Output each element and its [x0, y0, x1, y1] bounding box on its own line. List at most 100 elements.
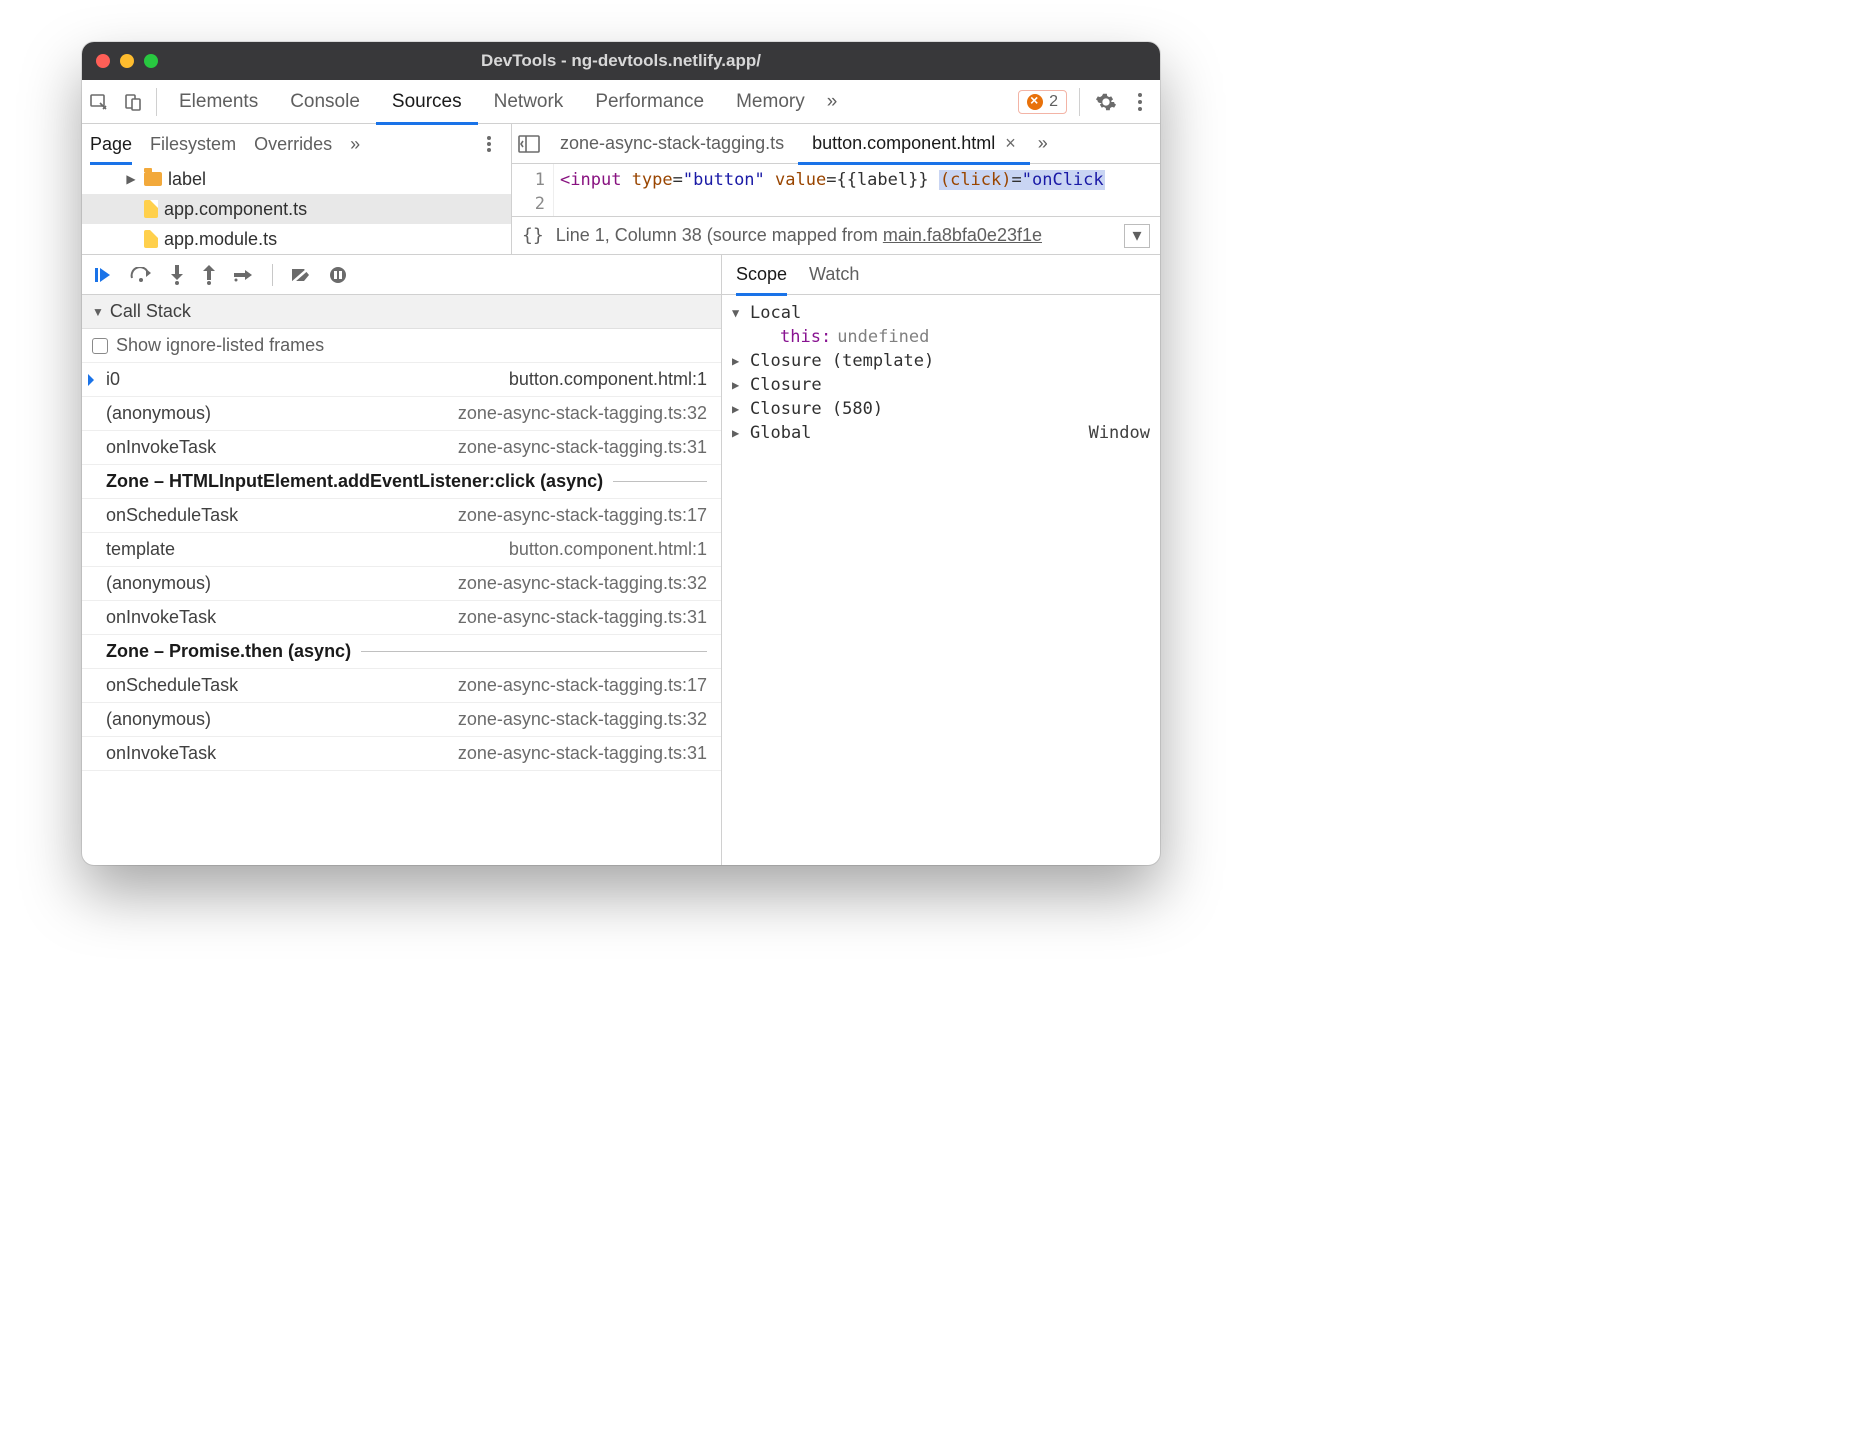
tab-elements[interactable]: Elements: [163, 80, 274, 124]
file-icon: [144, 200, 158, 218]
tab-overflow[interactable]: »: [821, 80, 844, 124]
subtab-page[interactable]: Page: [90, 124, 132, 164]
stack-frame[interactable]: onScheduleTaskzone-async-stack-tagging.t…: [82, 669, 721, 703]
deactivate-breakpoints-icon[interactable]: [291, 267, 311, 283]
frame-location: button.component.html:1: [509, 539, 707, 560]
window-title: DevTools - ng-devtools.netlify.app/: [82, 51, 1160, 71]
error-icon: [1027, 94, 1043, 110]
expand-icon[interactable]: ▶: [732, 354, 744, 368]
stack-frame[interactable]: onScheduleTaskzone-async-stack-tagging.t…: [82, 499, 721, 533]
subtab-filesystem[interactable]: Filesystem: [150, 124, 236, 164]
traffic-lights: [96, 54, 158, 68]
checkbox-icon[interactable]: [92, 338, 108, 354]
tab-network[interactable]: Network: [478, 80, 580, 124]
minimize-window-button[interactable]: [120, 54, 134, 68]
frame-name: onScheduleTask: [106, 505, 238, 526]
more-menu-icon[interactable]: [1126, 92, 1154, 112]
stack-frame[interactable]: onInvokeTaskzone-async-stack-tagging.ts:…: [82, 737, 721, 771]
device-toggle-icon[interactable]: [116, 80, 150, 124]
frame-name: onInvokeTask: [106, 437, 216, 458]
subtab-overflow[interactable]: »: [350, 124, 360, 164]
tree-file-app-component-ts[interactable]: app.component.ts: [82, 194, 511, 224]
scope-row[interactable]: ▶Closure: [722, 373, 1160, 397]
file-icon: [144, 230, 158, 248]
step-out-icon[interactable]: [202, 265, 216, 285]
subtab-overrides[interactable]: Overrides: [254, 124, 332, 164]
frame-location: zone-async-stack-tagging.ts:31: [458, 437, 707, 458]
scope-list: ▼Localthis: undefined▶Closure (template)…: [722, 295, 1160, 451]
close-window-button[interactable]: [96, 54, 110, 68]
stack-frame[interactable]: (anonymous) zone-async-stack-tagging.ts:3…: [82, 703, 721, 737]
folder-icon: [144, 172, 162, 186]
stack-frame[interactable]: onInvokeTask zone-async-stack-tagging.ts:…: [82, 431, 721, 465]
close-tab-icon[interactable]: ×: [1005, 133, 1016, 154]
step-icon[interactable]: [234, 268, 254, 282]
callstack-header[interactable]: ▼ Call Stack: [82, 295, 721, 329]
tab-watch[interactable]: Watch: [809, 255, 859, 295]
scope-row[interactable]: ▶GlobalWindow: [722, 421, 1160, 445]
expand-icon[interactable]: ▶: [732, 402, 744, 416]
error-badge[interactable]: 2: [1018, 90, 1067, 114]
tree-file-app-module-ts[interactable]: app.module.ts: [82, 224, 511, 254]
tab-performance[interactable]: Performance: [579, 80, 720, 124]
frame-location: zone-async-stack-tagging.ts:31: [458, 607, 707, 628]
frame-name: (anonymous): [106, 709, 211, 730]
navigator-pane: Page Filesystem Overrides » ▶ label app.co…: [82, 124, 512, 254]
tab-memory[interactable]: Memory: [720, 80, 821, 124]
stack-frame[interactable]: i0button.component.html:1: [82, 363, 721, 397]
frame-name: template: [106, 539, 175, 560]
tree-item-label: label: [168, 169, 206, 190]
frame-group: Zone – HTMLInputElement.addEventListener…: [82, 465, 721, 499]
pretty-print-icon[interactable]: {}: [522, 225, 544, 246]
editor-status-bar: {} Line 1, Column 38 (source mapped from…: [512, 216, 1160, 254]
scope-pane: Scope Watch ▼Localthis: undefined▶Closur…: [722, 255, 1160, 865]
frame-name: onScheduleTask: [106, 675, 238, 696]
zoom-window-button[interactable]: [144, 54, 158, 68]
scope-row[interactable]: ▼Local: [722, 301, 1160, 325]
frame-name: onInvokeTask: [106, 607, 216, 628]
source-map-link[interactable]: main.fa8bfa0e23f1e: [883, 225, 1042, 245]
scope-row[interactable]: ▶Closure (template): [722, 349, 1160, 373]
file-tab-zone[interactable]: zone-async-stack-tagging.ts: [546, 124, 798, 164]
status-dropdown-icon[interactable]: ▾: [1124, 224, 1150, 248]
tab-scope[interactable]: Scope: [736, 255, 787, 295]
stack-frame[interactable]: template button.component.html:1: [82, 533, 721, 567]
stack-frame[interactable]: (anonymous)zone-async-stack-tagging.ts:3…: [82, 567, 721, 601]
frame-location: button.component.html:1: [509, 369, 707, 390]
error-count: 2: [1049, 93, 1058, 111]
code-area[interactable]: <input type="button" value={{label}} (cl…: [554, 164, 1160, 216]
tree-folder-label[interactable]: ▶ label: [82, 164, 511, 194]
tab-sources[interactable]: Sources: [376, 80, 478, 124]
expand-icon[interactable]: ▼: [732, 306, 744, 320]
navigator-menu-icon[interactable]: [475, 135, 503, 153]
expand-icon[interactable]: ▶: [732, 426, 744, 440]
toggle-navigator-icon[interactable]: [512, 122, 546, 166]
resume-icon[interactable]: [94, 266, 112, 284]
frame-location: zone-async-stack-tagging.ts:31: [458, 743, 707, 764]
main-tab-bar: Elements Console Sources Network Perform…: [82, 80, 1160, 124]
line-gutter: 1 2: [512, 164, 554, 216]
editor-pane: zone-async-stack-tagging.ts button.compo…: [512, 124, 1160, 254]
expand-icon[interactable]: ▶: [124, 172, 138, 186]
stack-frame[interactable]: (anonymous) zone-async-stack-tagging.ts:3…: [82, 397, 721, 431]
frame-location: zone-async-stack-tagging.ts:32: [458, 403, 707, 424]
stack-frame[interactable]: onInvokeTask zone-async-stack-tagging.ts:…: [82, 601, 721, 635]
scope-row[interactable]: ▶Closure (580): [722, 397, 1160, 421]
debugger-left-pane: ▼ Call Stack Show ignore-listed frames i…: [82, 255, 722, 865]
step-over-icon[interactable]: [130, 267, 152, 283]
step-into-icon[interactable]: [170, 265, 184, 285]
inspect-icon[interactable]: [82, 80, 116, 124]
frame-name: (anonymous): [106, 403, 211, 424]
frame-location: zone-async-stack-tagging.ts:32: [458, 709, 707, 730]
settings-gear-icon[interactable]: [1092, 91, 1120, 113]
file-tab-button-component[interactable]: button.component.html ×: [798, 124, 1030, 164]
file-tab-overflow[interactable]: »: [1030, 124, 1056, 164]
tab-console[interactable]: Console: [274, 80, 376, 124]
scope-row[interactable]: this: undefined: [722, 325, 1160, 349]
titlebar: DevTools - ng-devtools.netlify.app/: [82, 42, 1160, 80]
show-ignore-listed-row[interactable]: Show ignore-listed frames: [82, 329, 721, 363]
pause-on-exceptions-icon[interactable]: [329, 266, 347, 284]
expand-icon[interactable]: ▶: [732, 378, 744, 392]
debugger-toolbar: [82, 255, 721, 295]
tree-item-label: app.component.ts: [164, 199, 307, 220]
